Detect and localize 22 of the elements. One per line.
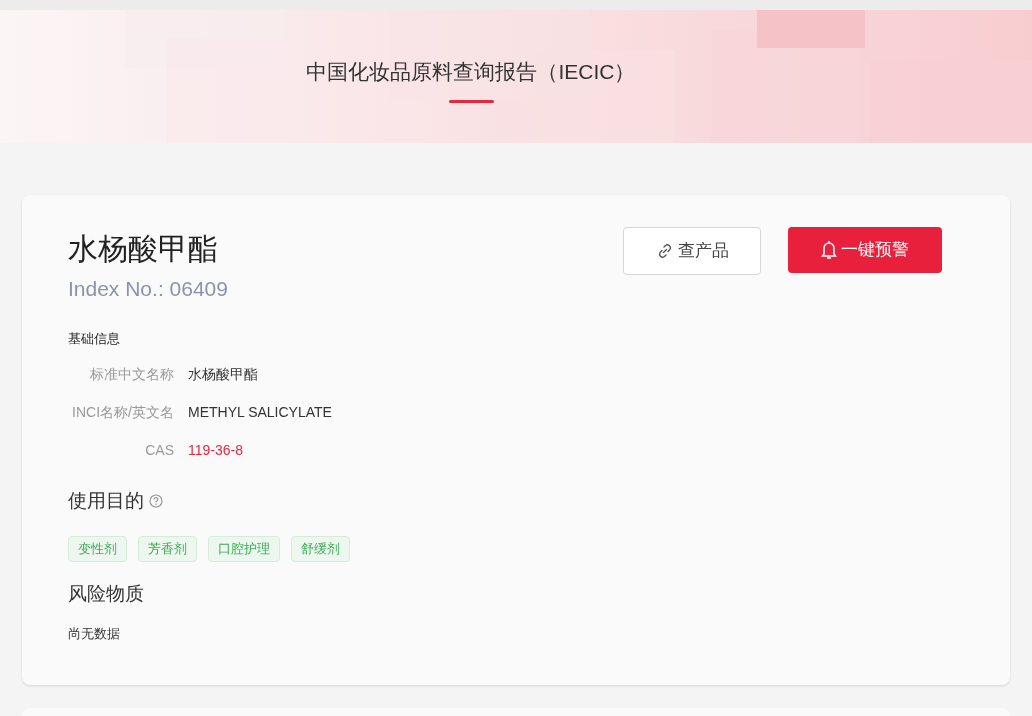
empty-text: 尚无数据 bbox=[68, 625, 121, 643]
ingredient-name: 水杨酸甲酯 bbox=[68, 231, 219, 267]
purpose-tag: 芳香剂 bbox=[138, 535, 197, 562]
purpose-tag: 口腔护理 bbox=[208, 535, 280, 562]
products-button[interactable]: 查产品 bbox=[623, 227, 761, 275]
section-title: 风险物质 bbox=[68, 581, 145, 606]
field-label: 标准中文名称 bbox=[89, 365, 174, 384]
report-title: 中国化妆品原料查询报告（IECIC） bbox=[306, 59, 636, 85]
bell-icon bbox=[821, 240, 837, 260]
field-label: INCI名称/英文名 bbox=[71, 403, 174, 422]
help-icon[interactable] bbox=[149, 494, 163, 509]
section-title: 使用目的 bbox=[68, 489, 144, 513]
field-value: METHYL SALICYLATE bbox=[188, 403, 332, 422]
section-title: 基础信息 bbox=[68, 329, 121, 348]
alert-button[interactable]: 一键预警 bbox=[788, 227, 942, 273]
purpose-tag: 舒缓剂 bbox=[291, 535, 350, 562]
purpose-tag: 变性剂 bbox=[68, 535, 127, 562]
field-label: CAS bbox=[144, 441, 174, 460]
cas-link[interactable]: 119-36-8 bbox=[188, 440, 243, 461]
title-underline bbox=[448, 99, 494, 103]
field-value: 水杨酸甲酯 bbox=[188, 365, 258, 384]
index-number: Index No.: 06409 bbox=[68, 276, 228, 302]
